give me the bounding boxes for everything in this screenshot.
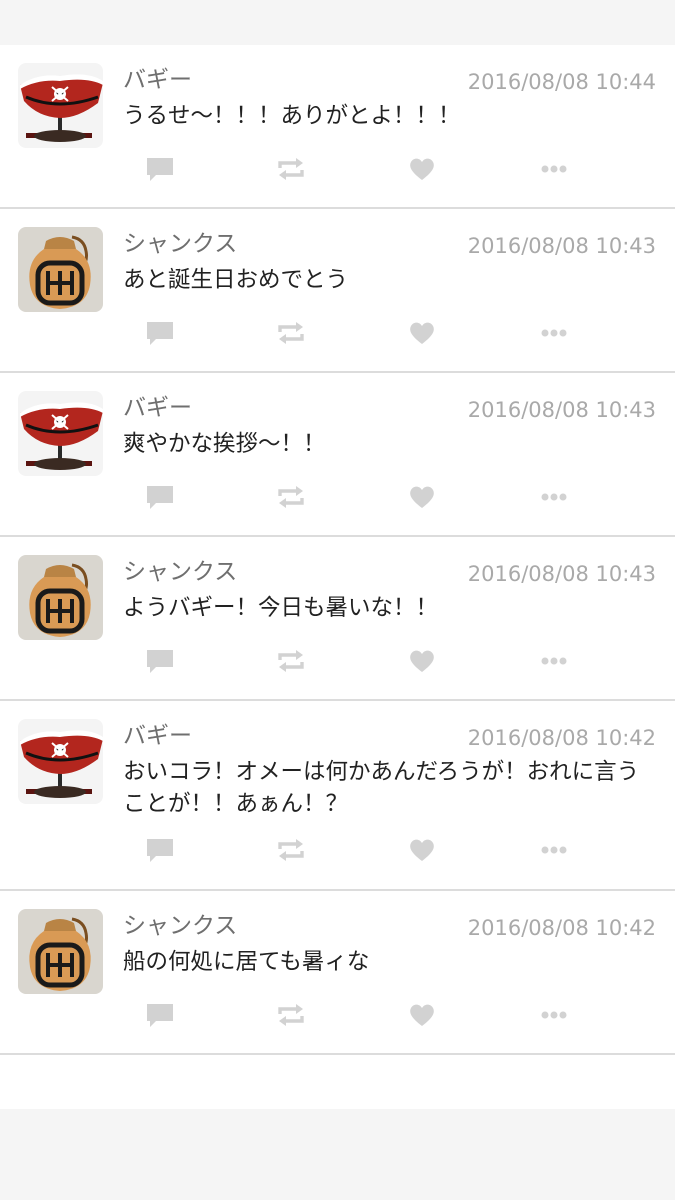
post-timestamp: 2016/08/08 10:43 bbox=[467, 398, 656, 422]
comment-icon[interactable] bbox=[143, 644, 177, 678]
post-author-name[interactable]: バギー bbox=[123, 65, 192, 95]
post-item[interactable]: シャンクス 2016/08/08 10:42 船の何処に居ても暑ィな bbox=[0, 891, 675, 1055]
more-icon[interactable] bbox=[537, 480, 571, 514]
post-text: ようバギー！今日も暑いな！！ bbox=[123, 595, 439, 621]
shanks-avatar[interactable] bbox=[18, 555, 103, 640]
comment-icon[interactable] bbox=[143, 316, 177, 350]
comment-icon[interactable] bbox=[143, 480, 177, 514]
buggy-avatar[interactable] bbox=[18, 719, 103, 804]
timeline-feed: バギー 2016/08/08 10:44 うるせ〜！！！ありがとよ！！！ シャン… bbox=[0, 45, 675, 1109]
like-icon[interactable] bbox=[405, 644, 439, 678]
shanks-avatar[interactable] bbox=[18, 909, 103, 994]
post-item[interactable]: シャンクス 2016/08/08 10:43 あと誕生日おめでとう bbox=[0, 209, 675, 373]
post-item[interactable]: バギー 2016/08/08 10:43 爽やかな挨拶〜！！ bbox=[0, 373, 675, 537]
post-timestamp: 2016/08/08 10:43 bbox=[467, 234, 656, 258]
more-icon[interactable] bbox=[537, 316, 571, 350]
post-actions bbox=[0, 998, 675, 1032]
like-icon[interactable] bbox=[405, 152, 439, 186]
more-icon[interactable] bbox=[537, 644, 571, 678]
post-item[interactable]: シャンクス 2016/08/08 10:43 ようバギー！今日も暑いな！！ bbox=[0, 537, 675, 701]
like-icon[interactable] bbox=[405, 316, 439, 350]
post-author-name[interactable]: シャンクス bbox=[123, 229, 237, 259]
repost-icon[interactable] bbox=[274, 833, 308, 867]
shanks-avatar[interactable] bbox=[18, 227, 103, 312]
post-author-name[interactable]: バギー bbox=[123, 721, 192, 751]
post-item[interactable]: バギー 2016/08/08 10:44 うるせ〜！！！ありがとよ！！！ bbox=[0, 45, 675, 209]
post-actions bbox=[0, 833, 675, 867]
post-text: あと誕生日おめでとう bbox=[123, 267, 349, 293]
repost-icon[interactable] bbox=[274, 644, 308, 678]
post-text: 船の何処に居ても暑ィな bbox=[123, 949, 370, 975]
repost-icon[interactable] bbox=[274, 998, 308, 1032]
like-icon[interactable] bbox=[405, 833, 439, 867]
comment-icon[interactable] bbox=[143, 998, 177, 1032]
post-actions bbox=[0, 316, 675, 350]
comment-icon[interactable] bbox=[143, 833, 177, 867]
buggy-avatar[interactable] bbox=[18, 391, 103, 476]
post-author-name[interactable]: シャンクス bbox=[123, 911, 237, 941]
post-actions bbox=[0, 644, 675, 678]
repost-icon[interactable] bbox=[274, 480, 308, 514]
post-text: うるせ〜！！！ありがとよ！！！ bbox=[123, 103, 461, 129]
post-timestamp: 2016/08/08 10:42 bbox=[467, 916, 656, 940]
post-timestamp: 2016/08/08 10:43 bbox=[467, 562, 656, 586]
post-author-name[interactable]: バギー bbox=[123, 393, 192, 423]
post-author-name[interactable]: シャンクス bbox=[123, 557, 237, 587]
repost-icon[interactable] bbox=[274, 152, 308, 186]
post-actions bbox=[0, 152, 675, 186]
post-text: 爽やかな挨拶〜！！ bbox=[123, 431, 326, 457]
comment-icon[interactable] bbox=[143, 152, 177, 186]
buggy-avatar[interactable] bbox=[18, 63, 103, 148]
post-timestamp: 2016/08/08 10:44 bbox=[467, 70, 656, 94]
repost-icon[interactable] bbox=[274, 316, 308, 350]
like-icon[interactable] bbox=[405, 998, 439, 1032]
post-actions bbox=[0, 480, 675, 514]
more-icon[interactable] bbox=[537, 833, 571, 867]
post-text: おいコラ！オメーは何かあんだろうが！おれに言うことが！！あぁん！？ bbox=[123, 759, 640, 817]
post-timestamp: 2016/08/08 10:42 bbox=[467, 726, 656, 750]
like-icon[interactable] bbox=[405, 480, 439, 514]
post-item[interactable]: バギー 2016/08/08 10:42 おいコラ！オメーは何かあんだろうが！お… bbox=[0, 701, 675, 891]
more-icon[interactable] bbox=[537, 152, 571, 186]
more-icon[interactable] bbox=[537, 998, 571, 1032]
